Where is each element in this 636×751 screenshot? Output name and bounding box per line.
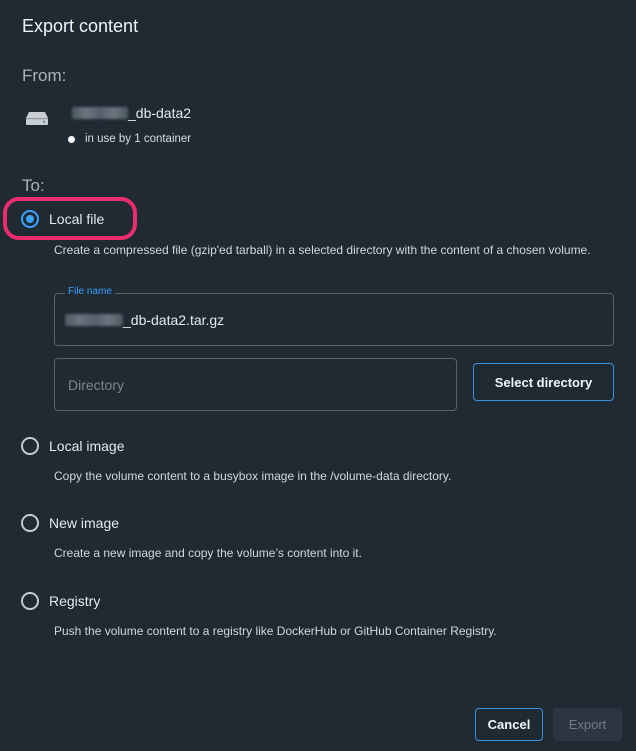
volume-name: _db-data2 [72, 105, 191, 121]
volume-name-suffix: _db-data2 [128, 105, 192, 121]
option-description: Copy the volume content to a busybox ima… [54, 469, 452, 483]
directory-input[interactable]: Directory [54, 358, 457, 411]
option-description: Push the volume content to a registry li… [54, 624, 497, 638]
file-name-field[interactable]: File name _db-data2.tar.gz [54, 286, 614, 346]
option-label: Local file [49, 211, 105, 227]
option-description: Create a compressed file (gzip'ed tarbal… [54, 243, 591, 257]
from-label: From: [22, 66, 67, 85]
export-content-dialog: Export content From: _db-data2 in use by… [0, 0, 636, 751]
select-directory-button[interactable]: Select directory [473, 363, 614, 401]
directory-placeholder: Directory [68, 377, 125, 393]
redacted-text [65, 314, 123, 326]
option-registry[interactable]: Registry [21, 592, 100, 610]
option-local-file[interactable]: Local file [21, 210, 104, 228]
radio-new-image[interactable] [21, 514, 39, 532]
option-local-image[interactable]: Local image [21, 437, 125, 455]
export-button[interactable]: Export [553, 708, 622, 741]
file-name-legend: File name [65, 286, 115, 297]
to-label: To: [22, 176, 45, 195]
volume-status: in use by 1 container [68, 133, 191, 145]
option-label: New image [49, 515, 120, 531]
option-description: Create a new image and copy the volume’s… [54, 546, 362, 560]
option-new-image[interactable]: New image [21, 514, 119, 532]
option-label: Local image [49, 438, 125, 454]
status-dot-icon [68, 135, 75, 143]
option-label: Registry [49, 593, 101, 609]
file-name-suffix: _db-data2.tar.gz [123, 312, 225, 328]
dialog-title: Export content [22, 16, 139, 36]
disk-icon [26, 112, 48, 125]
cancel-button[interactable]: Cancel [475, 708, 543, 741]
radio-registry[interactable] [21, 592, 39, 610]
file-name-value[interactable]: _db-data2.tar.gz [65, 312, 224, 328]
radio-local-image[interactable] [21, 437, 39, 455]
radio-local-file[interactable] [21, 210, 39, 228]
redacted-text [72, 107, 128, 119]
volume-status-text: in use by 1 container [85, 133, 192, 145]
